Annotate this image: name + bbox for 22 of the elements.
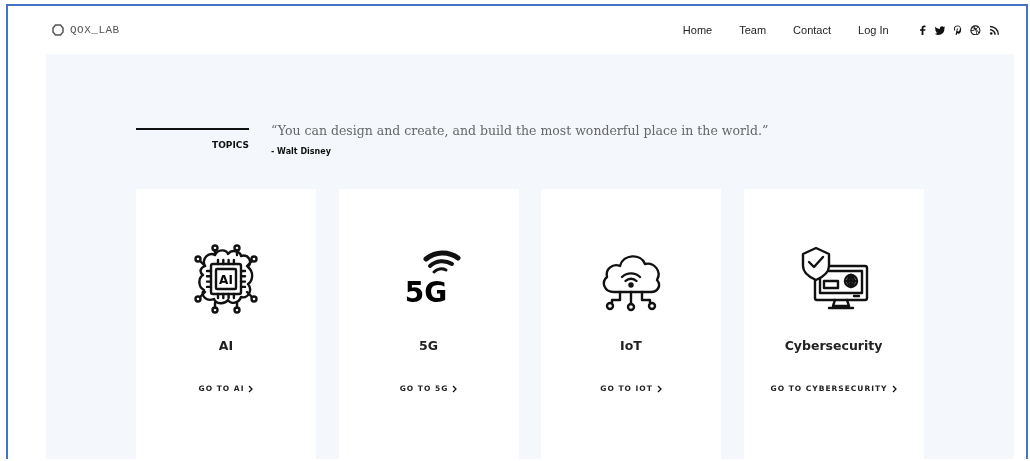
nav-link[interactable]: Log In (858, 24, 889, 36)
chevron-icon (452, 384, 458, 393)
chevron-icon (891, 384, 897, 393)
rss-icon[interactable] (989, 24, 1000, 36)
card-title: Cybersecurity (784, 338, 883, 353)
card-title: IoT (620, 338, 642, 353)
nav-link[interactable]: Home (682, 24, 713, 36)
quote-author: - Walt Disney (271, 147, 332, 156)
quote-text: “You can design and create, and build the most wonderful place in the world.” (271, 123, 769, 138)
dribbble-icon[interactable] (970, 24, 982, 36)
twitter-icon[interactable] (934, 24, 946, 36)
nav-link[interactable]: Contact (793, 24, 831, 36)
logo-text[interactable]: QOX_LAB (70, 24, 120, 36)
logo-icon[interactable] (52, 24, 64, 36)
section-label: TOPICS (212, 140, 249, 150)
chevron-icon (248, 384, 254, 393)
pinterest-icon[interactable] (953, 24, 963, 36)
card-title: 5G (419, 338, 438, 353)
nav-link[interactable]: Team (739, 24, 767, 36)
facebook-icon[interactable] (917, 24, 927, 36)
card-title: AI (218, 338, 234, 353)
chevron-icon (656, 384, 662, 393)
